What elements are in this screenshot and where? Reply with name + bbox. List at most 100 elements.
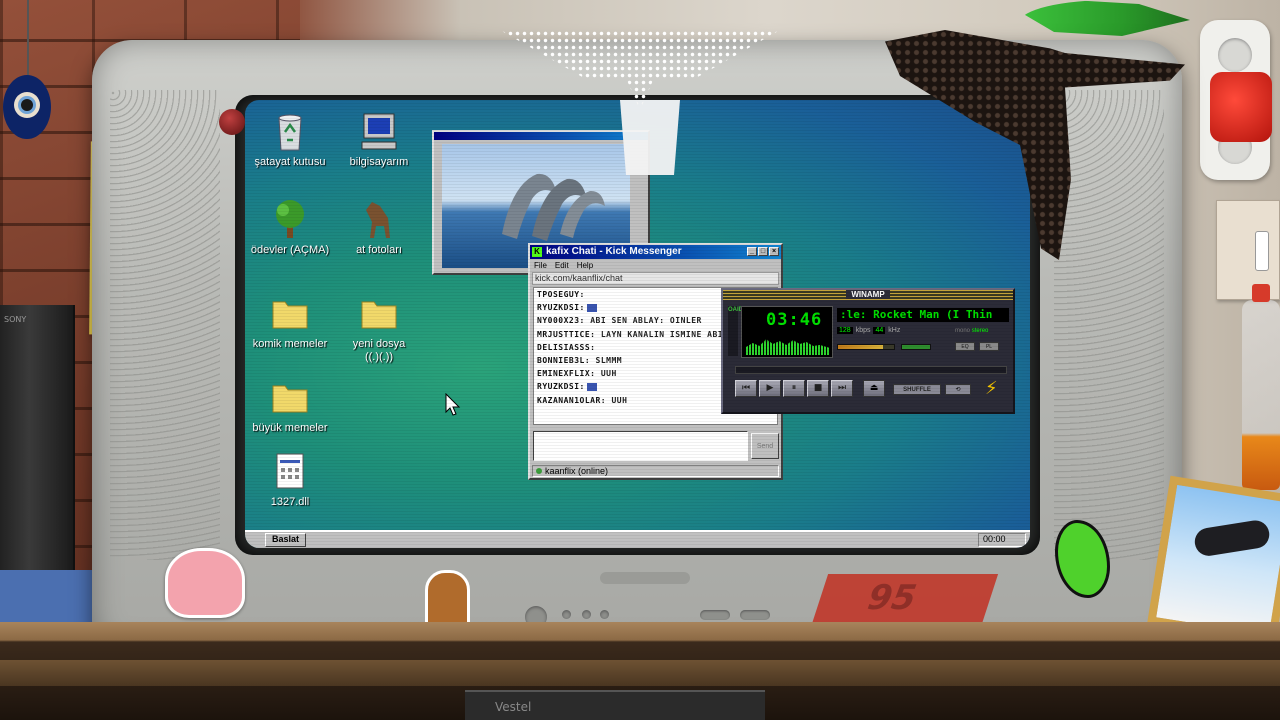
spectrum-visualizer [746, 339, 830, 355]
funny-memes-folder[interactable]: komik memeler [245, 292, 340, 351]
eject-button[interactable]: ⏏ [863, 380, 885, 397]
kbps-value: 128 [837, 327, 853, 334]
icon-label: 1327.dll [270, 496, 310, 508]
chat-username: RYUZKDSI: [537, 303, 585, 313]
messenger-title: kafix Chati - Kick Messenger [546, 246, 682, 257]
photo-frame [1147, 475, 1280, 645]
menu-file[interactable]: File [534, 261, 547, 270]
new-folder-icon[interactable]: yeni dosya ((.)(.)) [329, 292, 429, 364]
chat-username: RYUZKDSI: [537, 382, 585, 392]
horse-photos-icon[interactable]: at fotoları [329, 198, 429, 257]
khz-value: 44 [873, 327, 886, 334]
online-status: kaanflix (online) [532, 465, 779, 477]
light-switch [1216, 200, 1280, 300]
chat-url-bar[interactable]: kick.com/kaanflix/chat [532, 272, 779, 285]
tv-brand-plate [600, 572, 690, 584]
computer-icon [361, 113, 397, 150]
patrick-sticker [165, 548, 245, 618]
seek-bar[interactable] [735, 366, 1007, 374]
console-brand: SONY [4, 315, 27, 324]
kick-logo-icon: K [532, 247, 542, 257]
winamp-title: WINAMP [846, 290, 890, 299]
tv-knob [600, 610, 609, 619]
track-time: 03:46 [766, 310, 823, 330]
chat-username: EMINEXFLIX: [537, 369, 596, 379]
menu-help[interactable]: Help [577, 261, 593, 270]
winamp-player[interactable]: WINAMP OAIDV 03:46 :le: Rocket Man (I Th… [721, 288, 1015, 414]
winamp-titlebar[interactable]: WINAMP [723, 290, 1013, 300]
minimize-button[interactable]: _ [747, 247, 757, 256]
tv-speaker-right [1054, 90, 1164, 560]
dll-file-icon[interactable]: 1327.dll [245, 450, 340, 509]
game-console: SONY [0, 305, 95, 650]
system-tray: 00:00 [978, 533, 1026, 547]
start-button[interactable]: Baslat [265, 533, 307, 547]
icon-label: yeni dosya ((.)(.)) [352, 338, 406, 363]
volume-slider[interactable] [837, 344, 895, 350]
menu-edit[interactable]: Edit [555, 261, 569, 270]
previous-button[interactable]: ⏮ [735, 380, 757, 397]
pause-button[interactable]: ⏸ [783, 380, 805, 397]
tv-button [740, 610, 770, 620]
maximize-button[interactable]: □ [758, 247, 768, 256]
juice-bottle [1242, 284, 1280, 490]
song-title: :le: Rocket Man (I Thin [837, 308, 1009, 322]
logo-95-sticker: 95 [811, 574, 999, 624]
recycle-bin-icon[interactable]: şatayat kutusu [245, 110, 340, 169]
mouse-cursor-icon [445, 393, 461, 416]
bitrate-info: 128 kbps 44 kHz [837, 327, 900, 334]
horse-icon [366, 202, 390, 238]
chat-text: ABI SEN ABLAY: OINLER [590, 316, 702, 326]
vcr-device: Vestel [465, 690, 765, 720]
shuffle-button[interactable]: SHUFFLE [893, 384, 941, 395]
image-titlebar[interactable] [434, 132, 648, 140]
winamp-display: 03:46 [741, 306, 833, 358]
window-controls: _ □ × [747, 247, 779, 256]
chat-text: UUH [611, 395, 628, 405]
khz-label: kHz [888, 327, 901, 334]
repeat-button[interactable]: ⟲ [945, 384, 971, 395]
balance-slider[interactable] [901, 344, 931, 350]
close-button[interactable]: × [769, 247, 779, 256]
channel-indicator: mono stereo [955, 328, 988, 334]
my-computer-icon[interactable]: bilgisayarım [329, 110, 429, 169]
icon-label: at fotoları [356, 244, 402, 256]
kbps-label: kbps [855, 327, 871, 334]
trash-icon [278, 114, 302, 151]
chat-username: NY000X23: [537, 316, 585, 326]
stop-button[interactable]: ■ [807, 380, 829, 397]
chat-text: UUH [600, 369, 617, 379]
icon-label: bilgisayarım [349, 156, 409, 168]
taskbar: Baslat 00:00 [245, 530, 1030, 548]
tv-led [562, 610, 571, 619]
icon-label: komik memeler [252, 338, 328, 350]
next-button[interactable]: ⏭ [831, 380, 853, 397]
file-icon [276, 453, 304, 489]
emote-icon [586, 303, 597, 312]
chat-username: TPOSEGUY: [537, 290, 585, 299]
chat-username: BONNIEB3L: [537, 356, 591, 366]
chat-text: SLMMM [595, 356, 623, 366]
chat-username: DELISIASSS: [537, 342, 596, 352]
playlist-button[interactable]: PL [979, 342, 999, 351]
amulet-string [27, 0, 29, 80]
eq-button[interactable]: EQ [955, 342, 975, 351]
chat-input[interactable] [533, 431, 748, 461]
stereo-label: stereo [971, 328, 989, 334]
winamp-side-panel: OAIDV [728, 306, 747, 356]
play-button[interactable]: ▶ [759, 380, 781, 397]
sticker-text: 95 [864, 578, 920, 618]
red-plug [1210, 72, 1272, 142]
tree-icon [276, 200, 304, 238]
tv-button [700, 610, 730, 620]
send-button[interactable]: Send [751, 433, 779, 459]
messenger-titlebar[interactable]: K kafix Chati - Kick Messenger _ □ × [530, 245, 781, 259]
messenger-menubar: File Edit Help [530, 259, 781, 271]
chat-username: MRJUSTTICE: [537, 329, 596, 339]
homework-folder-icon[interactable]: ödevler (AÇMA) [245, 198, 340, 257]
folder-icon [272, 301, 308, 329]
big-memes-folder[interactable]: büyük memeler [245, 376, 340, 435]
mono-label: mono [955, 328, 971, 334]
shelf-edge [0, 660, 1280, 686]
icon-label: ödevler (AÇMA) [250, 244, 330, 256]
